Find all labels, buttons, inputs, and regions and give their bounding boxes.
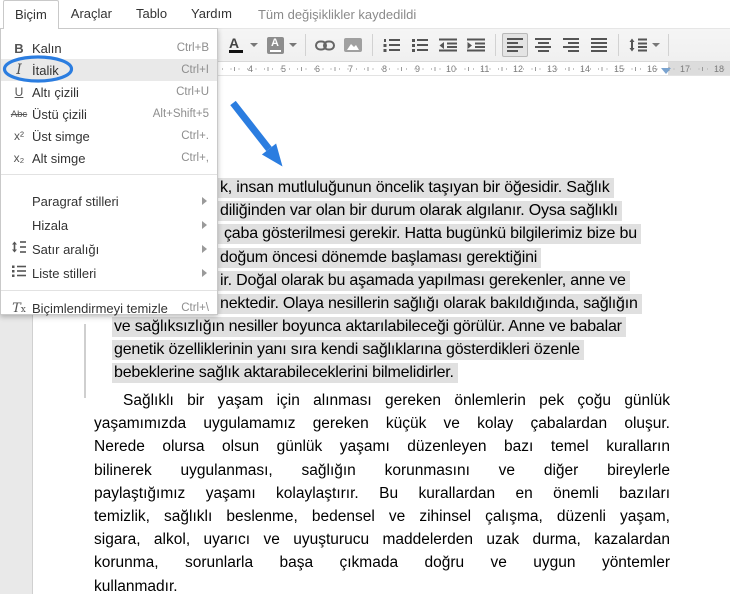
doc-line[interactable]: ve sağlıksızlığın nesiller boyunca aktar… [112,317,626,341]
doc-line[interactable]: doğum öncesi dönemde başlaması gerektiği… [218,248,542,272]
doc-line[interactable]: nektedir. Olaya nesillerin sağlığı olara… [218,294,642,318]
text-color-icon[interactable]: A [223,33,249,57]
menu-item-alti-cizili[interactable]: U Altı çizili Ctrl+U [1,81,217,103]
insert-link-icon[interactable] [312,33,338,57]
doc-line[interactable]: çaba gösterilmesi gerekir. Hatta bugünkü… [218,224,641,248]
menu-araclar[interactable]: Araçlar [59,1,124,27]
menu-bar: Biçim Araçlar Tablo Yardım Tüm değişikli… [0,0,730,29]
doc-line: Nerede olursa olsun günlük yaşamı düzenl… [94,438,670,456]
line-spacing-icon [8,240,30,258]
bold-icon: B [14,40,24,56]
ruler-number: 12 [513,64,524,74]
submenu-arrow-icon [202,269,207,277]
doc-line: bilinerek uygulanması, sağlığın korunmas… [94,461,670,479]
menu-item-italik[interactable]: I İtalik Ctrl+I [1,59,217,81]
ruler-number: 9 [415,64,421,74]
menu-separator [1,290,217,291]
align-left-icon[interactable] [502,33,528,57]
menu-item-ustu-cizili[interactable]: Abc Üstü çizili Alt+Shift+5 [1,103,217,125]
menu-item-liste-stilleri[interactable]: Liste stilleri [1,261,217,285]
page-edge-artifact [84,324,86,398]
doc-line: kullanmadır. [94,577,178,595]
ruler-number: 14 [580,64,591,74]
ruler-number: 4 [248,64,254,74]
ruler-number: 15 [614,64,625,74]
submenu-arrow-icon [202,221,207,229]
justify-icon[interactable] [586,33,612,57]
text-color-dropdown-caret[interactable] [250,43,258,47]
doc-line: korunma, sorunlarla başa çıkmada doğru v… [94,554,670,572]
ruler-number: 5 [281,64,287,74]
menu-bicim[interactable]: Biçim [3,0,59,29]
menu-yardim[interactable]: Yardım [179,1,244,27]
subscript-icon: x₂ [13,151,25,165]
doc-line[interactable]: diliğinden var olan bir durum olarak alg… [218,201,622,225]
menu-item-kalin[interactable]: B Kalın Ctrl+B [1,37,217,59]
bulleted-list-icon[interactable] [407,33,433,57]
superscript-icon: x² [14,129,24,143]
doc-line[interactable]: k, insan mutluluğunun öncelik taşıyan bi… [218,178,614,202]
submenu-arrow-icon [202,197,207,205]
line-spacing-icon[interactable] [625,33,651,57]
increase-indent-icon[interactable] [463,33,489,57]
menu-item-satir-araligi[interactable]: Satır aralığı [1,237,217,261]
italic-icon: I [16,62,22,78]
submenu-arrow-icon [202,245,207,253]
ruler-number: 17 [680,64,691,74]
doc-line: sigara, alkol, uyarıcı ve uyuşturucu mad… [94,531,670,549]
decrease-indent-icon[interactable] [435,33,461,57]
menu-item-paragraf-stilleri[interactable]: Paragraf stilleri [1,189,217,213]
right-indent-marker[interactable] [661,68,671,74]
align-center-icon[interactable] [530,33,556,57]
menu-item-hizala[interactable]: Hizala [1,213,217,237]
menu-item-ust-simge[interactable]: x² Üst simge Ctrl+. [1,125,217,147]
ruler-number: 11 [480,64,490,74]
toolbar-separator [495,34,496,56]
line-spacing-dropdown-caret[interactable] [652,43,660,47]
menu-tablo[interactable]: Tablo [124,1,179,27]
toolbar-separator [618,34,619,56]
underline-icon: U [14,85,24,99]
doc-line: Sağlıklı bir yaşam için alınması gereken… [123,392,670,409]
ruler-number: 16 [647,64,658,74]
doc-line: paylaştığımız yaşamı kolaylaştırır. Bu k… [94,484,670,502]
ruler-number: 13 [547,64,558,74]
doc-line[interactable]: genetik özelliklerinin yanı sıra kendi s… [112,340,584,364]
save-status: Tüm değişiklikler kaydedildi [257,6,417,22]
menu-separator [1,174,217,175]
doc-line[interactable]: ir. Doğal olarak bu aşamada yapılması ge… [218,271,630,295]
toolbar-separator [372,34,373,56]
toolbar-separator [668,34,669,56]
clear-formatting-icon: Tx [12,300,26,316]
google-docs-window: k, insan mutluluğunun öncelik taşıyan bi… [0,0,730,595]
doc-line: yaşamımızda uygulamamız gereken küçük ve… [94,415,670,433]
doc-paragraph-2[interactable]: Sağlıklı bir yaşam için alınması gereken… [94,389,670,598]
ruler-number: 8 [382,64,388,74]
ruler-number: 7 [348,64,354,74]
strikethrough-icon: Abc [10,108,28,120]
insert-image-icon[interactable] [340,33,366,57]
toolbar-separator [305,34,306,56]
doc-line[interactable]: bebeklerine sağlık aktarabileceklerini b… [112,363,458,387]
menu-item-bicimlendirmeyi-temizle[interactable]: Tx Biçimlendirmeyi temizle Ctrl+\ [1,296,217,320]
align-right-icon[interactable] [558,33,584,57]
highlight-color-icon[interactable]: A [262,33,288,57]
ruler-number: 10 [446,64,457,74]
annotation-arrow [230,100,283,167]
highlight-color-dropdown-caret[interactable] [289,43,297,47]
ruler-number: 6 [315,64,321,74]
doc-line: temizlik, sağlıklı beslenme, bedensel ve… [94,508,670,526]
list-styles-icon [8,264,30,282]
format-menu-dropdown: B Kalın Ctrl+B I İtalik Ctrl+I U Altı çi… [0,28,218,316]
ruler-number: 18 [714,64,725,74]
menu-item-alt-simge[interactable]: x₂ Alt simge Ctrl+, [1,147,217,169]
numbered-list-icon[interactable] [379,33,405,57]
